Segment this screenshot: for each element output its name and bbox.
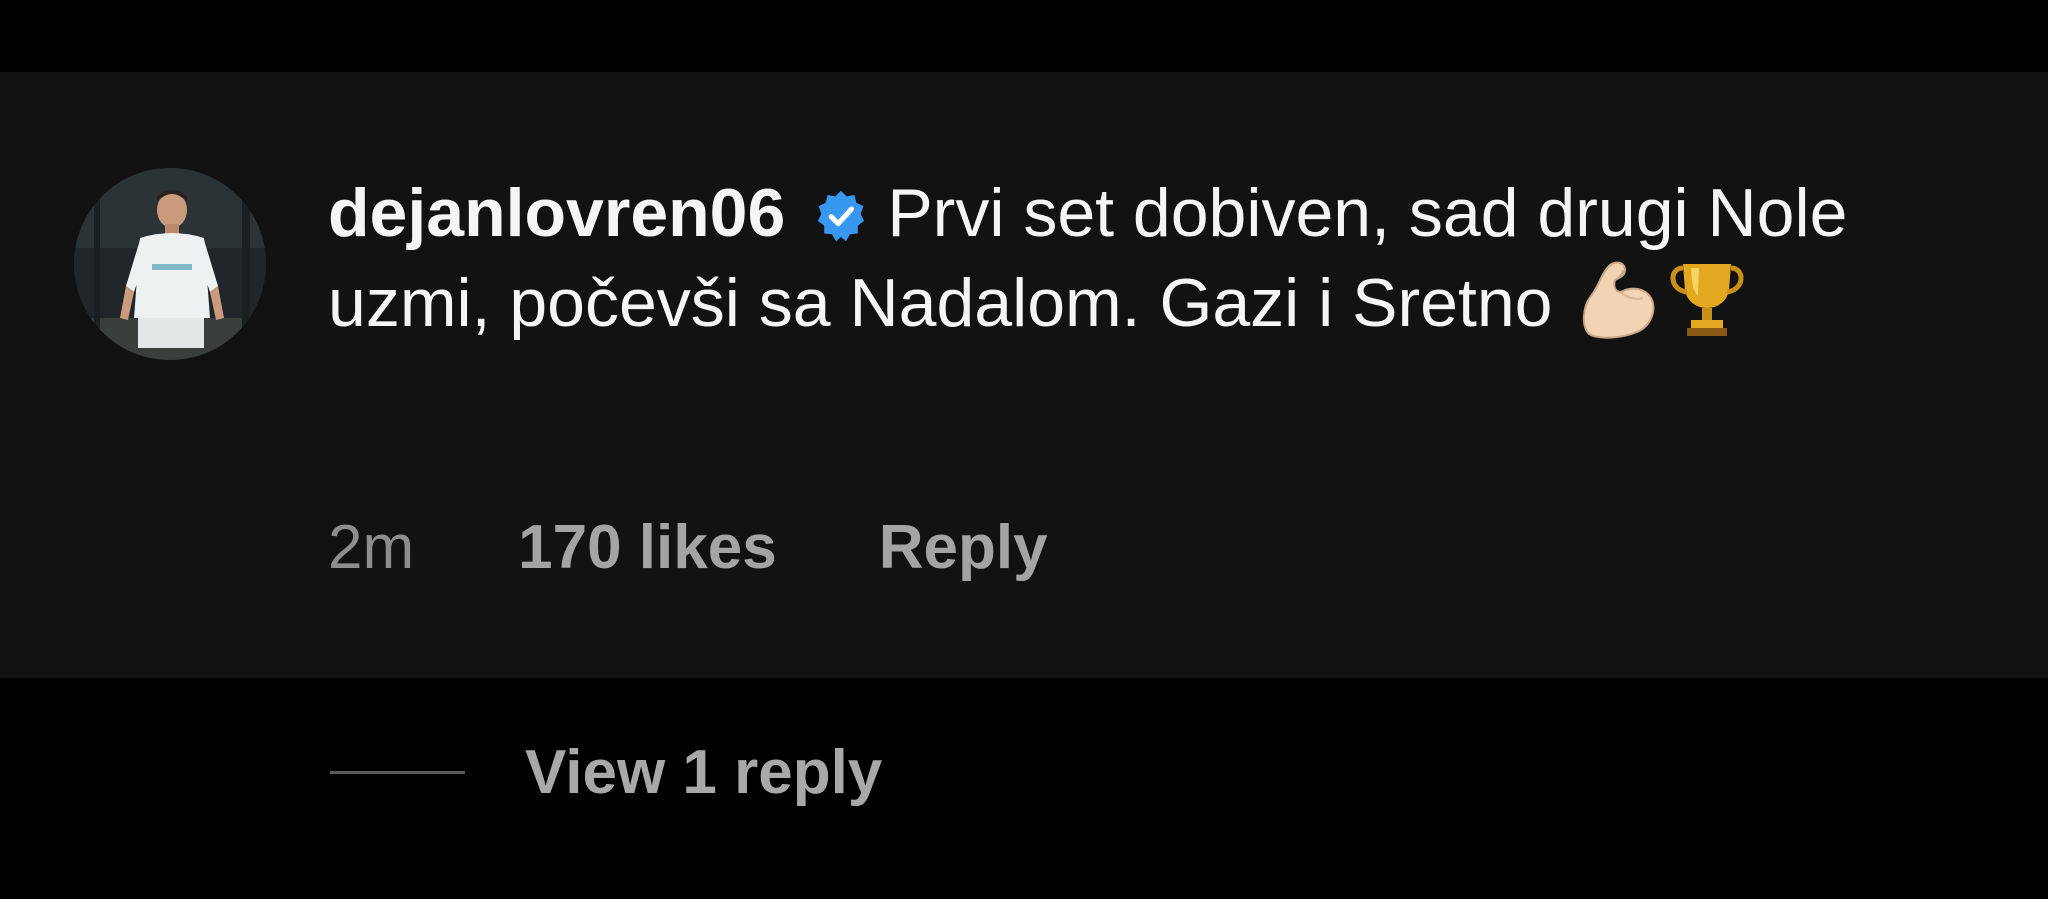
verified-badge-icon xyxy=(813,179,869,242)
comment-timestamp: 2m xyxy=(328,513,415,582)
comment-meta: 2m 170 likes Reply xyxy=(328,508,1048,588)
reply-thread-line xyxy=(330,770,465,774)
comment-card: dejanlovren06 Prvi set dobiven, sad drugi… xyxy=(0,72,2048,678)
reply-button[interactable]: Reply xyxy=(879,508,1048,588)
page: dejanlovren06 Prvi set dobiven, sad drugi… xyxy=(0,0,2048,899)
trophy-emoji-icon xyxy=(1665,256,1749,340)
username[interactable]: dejanlovren06 xyxy=(328,175,785,251)
likes-count[interactable]: 170 likes xyxy=(518,508,777,588)
view-replies-button[interactable]: View 1 reply xyxy=(330,732,882,812)
view-replies-label: View 1 reply xyxy=(525,737,883,807)
avatar[interactable] xyxy=(74,168,266,360)
comment-body: dejanlovren06 Prvi set dobiven, sad drugi… xyxy=(328,171,2018,346)
avatar-image xyxy=(74,168,266,360)
flexed-biceps-emoji-icon xyxy=(1575,256,1659,340)
